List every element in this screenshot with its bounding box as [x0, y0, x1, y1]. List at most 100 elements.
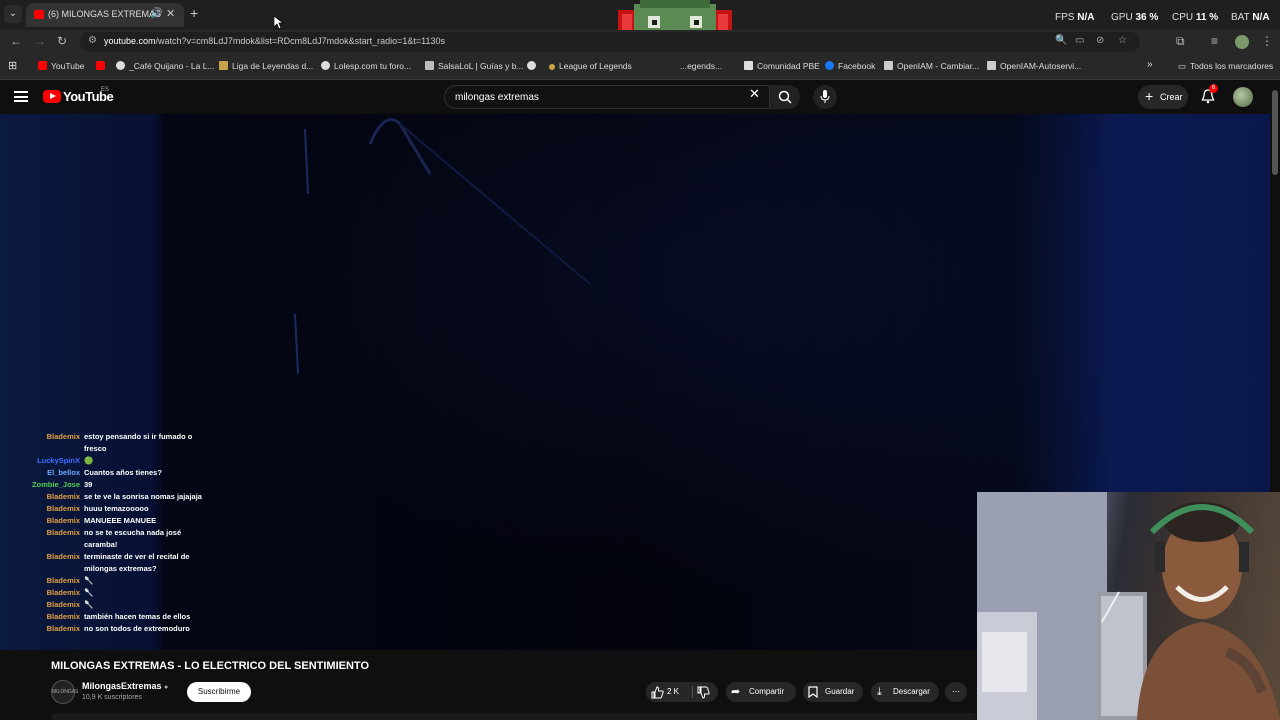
clear-search-icon[interactable]: ✕ [749, 86, 760, 102]
zoom-icon[interactable]: 🔍 [1055, 35, 1067, 46]
bookmark-league-2[interactable]: ...egends... [680, 61, 722, 71]
download-button[interactable]: ⤓ Descargar [871, 682, 939, 702]
cast-icon[interactable]: ▭ [1075, 35, 1084, 46]
speaker-icon[interactable]: 🔊 [150, 8, 162, 19]
chat-text: estoy pensando si ir fumado o fresco [84, 432, 193, 453]
chat-username: LuckySpinX [37, 456, 80, 465]
menu-icon[interactable] [14, 91, 28, 102]
chat-text: huuu temazooooo [84, 504, 149, 513]
verified-check-icon: ● [164, 684, 169, 691]
league-icon [219, 61, 228, 70]
streamer-webcam-image [977, 492, 1280, 720]
cpu-readout: CPU 11 % [1172, 12, 1219, 23]
gpu-readout: GPU 36 % [1111, 12, 1159, 23]
bookmark-comunidad-pbe[interactable]: Comunidad PBE [744, 61, 820, 71]
bookmark-globe[interactable] [527, 61, 540, 71]
tab-search-button[interactable]: ⌄ [4, 5, 22, 23]
youtube-logo-icon[interactable] [43, 90, 61, 103]
youtube-icon [38, 61, 47, 70]
search-input[interactable]: milongas extremas [444, 85, 770, 109]
chat-username: Blademix [46, 516, 80, 525]
new-tab-button[interactable]: + [190, 5, 198, 21]
bookmark-openiam-cambiar[interactable]: OpenIAM - Cambiar... [884, 61, 979, 71]
site-info-icon[interactable]: ⚙ [88, 35, 97, 46]
chat-username: Blademix [46, 492, 80, 501]
address-bar[interactable]: ⚙ youtube.com/watch?v=cm8LdJ7mdok&list=R… [80, 32, 1140, 52]
share-arrow-icon: ➦ [731, 686, 741, 698]
save-button[interactable]: Guardar [803, 682, 863, 702]
bookmark-liga-leyendas[interactable]: Liga de Leyendas d... [219, 61, 313, 71]
like-count: 2 K [667, 687, 680, 696]
eye-off-icon[interactable]: ⊘ [1096, 35, 1104, 46]
profile-avatar[interactable] [1235, 35, 1249, 49]
account-avatar[interactable] [1233, 87, 1253, 107]
bookmark-openiam-autoservicio[interactable]: OpenIAM-Autoservi... [987, 61, 1081, 71]
back-icon[interactable]: ← [10, 34, 22, 48]
folder-icon: ▭ [1178, 61, 1187, 71]
chat-text: terminaste de ver el recital de milongas… [84, 552, 190, 573]
bookmark-cafe-quijano[interactable]: _Café Quijano - La L... [116, 61, 215, 71]
bookmark-lolesp[interactable]: Lolesp.com tu foro... [321, 61, 411, 71]
search-button[interactable] [770, 85, 800, 109]
all-bookmarks-folder[interactable]: ▭ Todos los marcadores [1178, 61, 1273, 72]
like-button[interactable] [651, 686, 664, 701]
fps-readout: FPS N/A [1055, 12, 1095, 23]
chat-username: Blademix [46, 432, 80, 441]
media-controls-icon[interactable]: ≡ [1211, 34, 1218, 48]
microphone-stand-shape [294, 118, 591, 375]
video-title: MILONGAS EXTREMAS - LO ELECTRICO DEL SEN… [51, 660, 369, 672]
chat-text: no son todos de extremoduro [84, 624, 190, 633]
salsa-icon [425, 61, 434, 70]
tab-title: (6) MILONGAS EXTREMAS [48, 9, 162, 19]
chat-username: Blademix [46, 528, 80, 537]
mouse-cursor-icon [274, 16, 284, 30]
page-scrollbar[interactable] [1272, 90, 1278, 175]
browser-toolbar: ← → ↻ ⚙ youtube.com/watch?v=cm8LdJ7mdok&… [0, 30, 1280, 54]
like-dislike-group: 2 K [646, 682, 718, 702]
apps-grid-icon[interactable]: ⊞ [8, 59, 17, 72]
chat-text: se te ve la sonrisa nomas jajajaja [84, 492, 202, 501]
subscribe-button[interactable]: Suscribirme [187, 682, 251, 702]
chat-username: Blademix [46, 576, 80, 585]
bookmark-salsalol[interactable]: SalsaLoL | Guías y b... [425, 61, 524, 71]
extensions-icon[interactable]: ⧉ [1176, 34, 1185, 49]
search-query: milongas extremas [455, 92, 539, 103]
voice-search-button[interactable] [813, 85, 837, 109]
chat-username: Zombie_Jose [32, 480, 80, 489]
bookmark-league-of-legends[interactable]: League of Legends [549, 61, 632, 71]
close-tab-icon[interactable]: ✕ [166, 7, 175, 20]
chat-text: MANUEEE MANUEE [84, 516, 157, 525]
dislike-button[interactable] [697, 686, 710, 701]
globe-icon [527, 61, 536, 70]
like-divider [692, 686, 693, 698]
chat-username: Blademix [46, 552, 80, 561]
bookmarks-bar: ⊞ YouTube _Café Quijano - La L... Liga d… [0, 54, 1280, 80]
bat-readout: BAT N/A [1231, 12, 1270, 23]
channel-avatar[interactable]: MILONGAS [51, 680, 78, 704]
chat-username: Blademix [46, 612, 80, 621]
more-bookmarks-icon[interactable]: » [1147, 59, 1153, 70]
bookmark-youtube-2[interactable] [96, 61, 109, 71]
bookmark-star-icon[interactable]: ☆ [1118, 35, 1127, 46]
active-tab[interactable]: (6) MILONGAS EXTREMAS 🔊 ✕ [26, 3, 184, 27]
microphone-icon [820, 90, 830, 103]
create-button[interactable]: + Crear [1138, 85, 1188, 109]
bookmark-facebook[interactable]: Facebook [825, 61, 875, 71]
video-info-section: MILONGAS EXTREMAS - LO ELECTRICO DEL SEN… [0, 650, 976, 720]
share-button[interactable]: ➦ Compartir [726, 682, 796, 702]
chat-text: 39 [84, 480, 93, 489]
chat-text: también hacen temas de ellos [84, 612, 191, 621]
reload-icon[interactable]: ↻ [57, 34, 67, 48]
chat-text: Cuantos años tienes? [84, 468, 162, 477]
facebook-icon [825, 61, 834, 70]
bookmark-youtube[interactable]: YouTube [38, 61, 84, 71]
globe-icon [116, 61, 125, 70]
forward-icon[interactable]: → [34, 34, 46, 48]
channel-name[interactable]: MilongasExtremas ● [82, 681, 168, 691]
url-text: youtube.com/watch?v=cm8LdJ7mdok&list=RDc… [104, 36, 446, 46]
globe-icon [321, 61, 330, 70]
chat-text: 🥄 [84, 588, 94, 597]
more-actions-button[interactable]: ⋯ [945, 682, 967, 702]
browser-menu-icon[interactable]: ⋮ [1261, 34, 1273, 48]
league-icon [549, 64, 555, 70]
